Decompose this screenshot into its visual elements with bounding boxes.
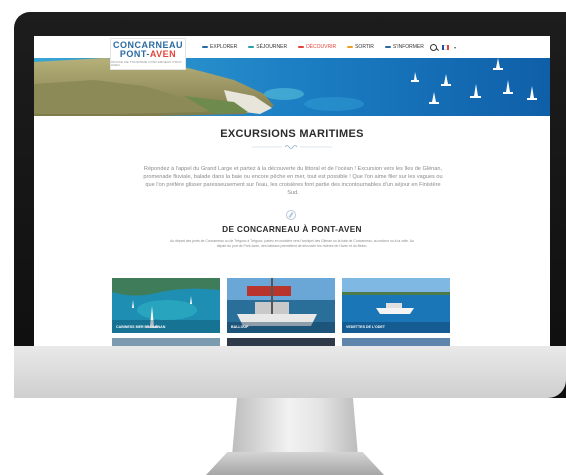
menu-item-sortir[interactable]: SORTIR [347, 44, 374, 50]
monitor-chin [14, 346, 566, 398]
menu-dash-icon [384, 46, 391, 48]
excursion-card-odet[interactable]: VEDETTES DE L'ODET [342, 278, 450, 333]
chevron-down-icon[interactable]: ▾ [454, 45, 456, 50]
wave-divider-icon [252, 145, 332, 149]
menu-dash-icon [298, 46, 305, 48]
excursion-card-next-1[interactable] [112, 338, 220, 346]
section-paragraph: Au départ des ports de Concarneau ou de … [170, 239, 414, 249]
page-title: EXCURSIONS MARITIMES [220, 128, 364, 140]
intro-paragraph: Répondez à l'appel du Grand Large et par… [143, 166, 443, 196]
french-flag-icon[interactable] [441, 44, 449, 50]
top-navigation: CONCARNEAU PONT-AVEN OFFICE DE TOURISME … [34, 36, 550, 70]
card-label: CABINESS MER ET GLÉNAN [116, 325, 166, 329]
nav-utilities: ▾ [429, 36, 456, 58]
section-title: DE CONCARNEAU À PONT-AVEN [222, 224, 362, 234]
excursion-card-glenan[interactable]: CABINESS MER ET GLÉNAN [112, 278, 220, 333]
search-icon[interactable] [429, 43, 437, 51]
main-menu: EXPLORER SÉJOURNER DÉCOUVRIR SORTIR S'IN… [202, 36, 424, 58]
site-logo[interactable]: CONCARNEAU PONT-AVEN OFFICE DE TOURISME … [110, 38, 186, 70]
monitor-stand-neck [232, 398, 358, 456]
excursion-card-next-3[interactable] [342, 338, 450, 346]
compass-icon [286, 210, 296, 220]
monitor-stand-base [206, 452, 384, 475]
logo-tagline: OFFICE DE TOURISME CONCARNEAU PONT-AVEN [111, 60, 183, 67]
menu-item-decouvrir[interactable]: DÉCOUVRIR [298, 44, 336, 50]
menu-item-sejourner[interactable]: SÉJOURNER [248, 44, 287, 50]
excursion-card-next-2[interactable] [227, 338, 335, 346]
browser-screen: CONCARNEAU PONT-AVEN OFFICE DE TOURISME … [34, 36, 550, 346]
menu-dash-icon [347, 46, 354, 48]
menu-dash-icon [202, 46, 208, 48]
excursion-card-balloup[interactable]: BALLOUP [227, 278, 335, 333]
menu-item-sinformer[interactable]: S'INFORMER [384, 44, 424, 50]
logo-line-2: PONT-AVEN [119, 49, 177, 59]
card-label: VEDETTES DE L'ODET [346, 325, 385, 329]
menu-item-explorer[interactable]: EXPLORER [202, 44, 237, 50]
menu-dash-icon [248, 46, 255, 48]
card-label: BALLOUP [231, 325, 249, 329]
